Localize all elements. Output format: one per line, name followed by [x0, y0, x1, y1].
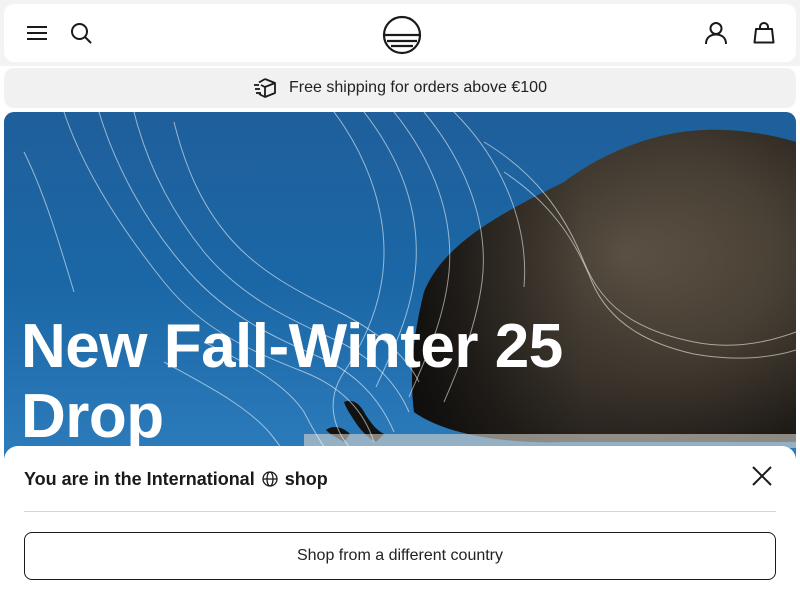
user-account-icon: [705, 22, 727, 45]
hamburger-menu-icon: [27, 26, 47, 40]
country-message-prefix: You are in the International: [24, 468, 255, 489]
shipping-box-icon: [253, 76, 279, 100]
close-icon: [752, 466, 772, 486]
close-button[interactable]: [748, 462, 776, 490]
header-bar: [4, 4, 796, 62]
brand-logo-icon: [382, 15, 422, 55]
site-header: [0, 0, 800, 66]
search-icon: [71, 23, 92, 44]
shopping-bag-icon: [753, 21, 775, 44]
account-button[interactable]: [701, 18, 731, 48]
search-button[interactable]: [66, 18, 96, 48]
country-message: You are in the International shop: [24, 466, 328, 492]
promo-banner: Free shipping for orders above €100: [4, 68, 796, 108]
shop-different-country-button[interactable]: Shop from a different country: [24, 532, 776, 580]
divider: [24, 511, 776, 512]
hero-title-line2: Drop: [21, 382, 164, 451]
country-message-suffix: shop: [284, 468, 328, 489]
globe-icon: [261, 470, 279, 488]
cart-button[interactable]: [749, 18, 779, 48]
country-selector-sheet: You are in the International shop Shop f…: [4, 446, 796, 600]
menu-button[interactable]: [22, 18, 52, 48]
brand-logo[interactable]: [379, 12, 425, 58]
promo-text: Free shipping for orders above €100: [289, 79, 547, 96]
hero-title-line1: New Fall-Winter 25: [21, 312, 563, 381]
hero-title: New Fall-Winter 25 Drop: [21, 312, 661, 452]
